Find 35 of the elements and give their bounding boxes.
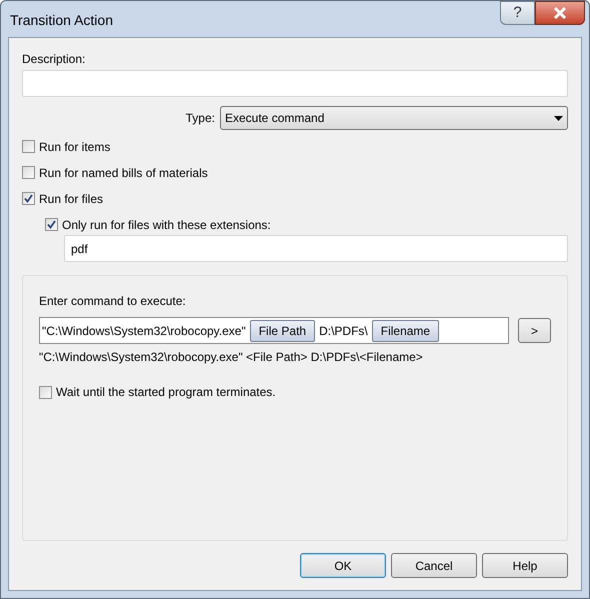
description-field[interactable] xyxy=(22,70,568,97)
token-button[interactable]: Filename xyxy=(372,320,440,342)
checkbox[interactable] xyxy=(45,218,58,231)
command-text: D:\PDFs\ xyxy=(319,322,368,340)
checkbox-label: Run for files xyxy=(39,190,104,208)
checkbox[interactable] xyxy=(22,166,35,179)
close-button[interactable] xyxy=(535,1,585,25)
extensions-value: pdf xyxy=(71,240,88,258)
command-text: "C:\Windows\System32\robocopy.exe" xyxy=(42,322,246,340)
close-icon xyxy=(553,7,567,19)
checkmark-icon xyxy=(24,194,33,203)
command-field[interactable]: "C:\Windows\System32\robocopy.exe" File Path D:\PDFs\ Filename xyxy=(39,317,509,344)
checkbox-label: Run for named bills of materials xyxy=(39,164,208,182)
checkbox[interactable] xyxy=(22,192,35,205)
help-button[interactable]: ? xyxy=(500,1,535,25)
checkmark-icon xyxy=(47,220,56,229)
dropdown-arrow-icon xyxy=(554,116,563,120)
dialog-button[interactable]: Cancel xyxy=(391,553,477,578)
checkbox-label: Wait until the started program terminates. xyxy=(56,384,276,401)
description-label: Description: xyxy=(22,52,86,67)
checkbox[interactable] xyxy=(22,140,35,153)
type-value: Execute command xyxy=(225,110,324,127)
checkbox-label: Run for items xyxy=(39,138,110,156)
extensions-field[interactable]: pdf xyxy=(64,235,568,262)
command-preview: "C:\Windows\System32\robocopy.exe" <File Path> D:\PDFs\<Filename> xyxy=(39,349,424,366)
token-button[interactable]: File Path xyxy=(250,320,316,342)
command-label: Enter command to execute: xyxy=(39,293,187,310)
dialog-button[interactable]: OK xyxy=(300,553,386,578)
insert-button[interactable]: > xyxy=(518,318,551,343)
window-title: Transition Action xyxy=(10,11,113,30)
type-label: Type: xyxy=(186,110,215,127)
checkbox[interactable] xyxy=(39,386,52,398)
type-dropdown[interactable]: Execute command xyxy=(220,106,568,130)
dialog-button[interactable]: Help xyxy=(482,553,568,578)
checkbox-label: Only run for files with these extensions: xyxy=(62,216,271,234)
